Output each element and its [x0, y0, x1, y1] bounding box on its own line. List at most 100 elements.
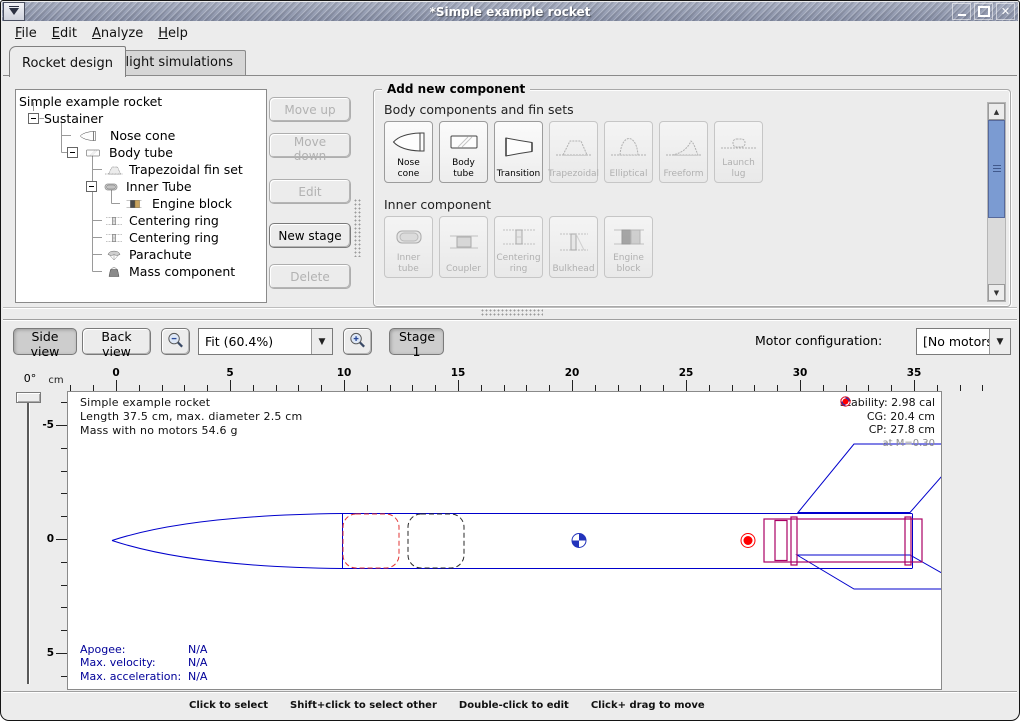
side-view-button[interactable]: Side view: [13, 328, 77, 355]
menu-bar: FileEditAnalyzeHelp: [3, 22, 1017, 45]
nosecone-icon: [389, 125, 429, 158]
scrollbar-up-button[interactable]: ▲: [988, 103, 1005, 120]
add-engineblock-button[interactable]: Engine block: [604, 216, 653, 278]
menu-edit[interactable]: Edit: [46, 24, 86, 44]
close-button[interactable]: ✕: [996, 3, 1015, 20]
back-view-button[interactable]: Back view: [82, 328, 151, 355]
add-launchlug-button[interactable]: Launch lug: [714, 121, 763, 183]
delete-button[interactable]: Delete: [269, 264, 351, 289]
tree-item-body-tube[interactable]: Body tube: [16, 144, 266, 161]
component-scrollbar[interactable]: ▲ ▼: [987, 102, 1006, 302]
scrollbar-thumb[interactable]: [988, 120, 1005, 218]
move-up-button[interactable]: Move up: [269, 97, 351, 122]
tree-item-simple-example-rocket[interactable]: Simple example rocket: [16, 93, 266, 110]
dropdown-arrow-icon[interactable]: ▼: [989, 329, 1010, 354]
add-centeringring-button[interactable]: Centering ring: [494, 216, 543, 278]
menu-file[interactable]: File: [9, 24, 46, 44]
tree-item-trapezoidal-fin-set[interactable]: Trapezoidal fin set: [16, 161, 266, 178]
motor-configuration-combobox[interactable]: [No motors] ▼: [916, 328, 1011, 355]
edit-button[interactable]: Edit: [269, 179, 351, 204]
rotation-slider-track[interactable]: [27, 402, 29, 684]
title-bar[interactable]: *Simple example rocket ✕: [2, 2, 1018, 21]
dropdown-arrow-icon[interactable]: ▼: [311, 329, 332, 354]
tree-item-label: Sustainer: [43, 111, 103, 126]
parachute-icon: [104, 248, 124, 262]
tree-item-label: Trapezoidal fin set: [128, 162, 243, 177]
scrollbar-down-button[interactable]: ▼: [988, 284, 1005, 301]
split-divider-horizontal[interactable]: [481, 309, 543, 316]
ruler-tick: [982, 385, 983, 391]
add-freeform-button[interactable]: Freeform: [659, 121, 708, 183]
rocket-info-text: Simple example rocketLength 37.5 cm, max…: [80, 396, 302, 438]
flight-data-label: Max. velocity:: [80, 656, 188, 670]
parachute-outline: [343, 514, 399, 568]
action-buttons: Move up Move down Edit New stage Delete: [269, 97, 351, 289]
collapse-toggle-icon[interactable]: [28, 113, 39, 124]
ruler-label: 5: [215, 367, 245, 379]
add-elliptical-button[interactable]: Elliptical: [604, 121, 653, 183]
collapse-toggle-icon[interactable]: [86, 181, 97, 192]
new-stage-button[interactable]: New stage: [269, 223, 351, 248]
add-innertube-button[interactable]: Inner tube: [384, 216, 433, 278]
tree-item-sustainer[interactable]: Sustainer: [16, 110, 266, 127]
ruler-tick: [56, 539, 67, 540]
move-down-button[interactable]: Move down: [269, 133, 351, 158]
add-nosecone-button[interactable]: Nose cone: [384, 121, 433, 183]
trapezoidal-icon: [554, 125, 594, 169]
rotation-slider-handle[interactable]: [16, 392, 41, 403]
tab-flight-simulations[interactable]: Flight simulations: [105, 50, 246, 76]
ruler-tick: [56, 653, 67, 654]
tree-item-centering-ring[interactable]: Centering ring: [16, 212, 266, 229]
split-divider-vertical[interactable]: [354, 199, 361, 257]
add-coupler-button[interactable]: Coupler: [439, 216, 488, 278]
group-title: Add new component: [382, 82, 530, 96]
component-button-label: Launch lug: [716, 158, 761, 179]
menu-help[interactable]: Help: [152, 24, 197, 44]
tree-item-label: Engine block: [151, 196, 232, 211]
component-button-label: Coupler: [446, 264, 481, 274]
window-menu-button[interactable]: [3, 2, 25, 21]
add-bodytube-button[interactable]: Body tube: [439, 121, 488, 183]
maximize-button[interactable]: [974, 3, 993, 20]
menu-analyze[interactable]: Analyze: [86, 24, 152, 44]
flight-data: Apogee:N/AMax. velocity:N/AMax. accelera…: [80, 643, 207, 684]
flight-data-label: Apogee:: [80, 643, 188, 657]
zoom-in-button[interactable]: [343, 328, 372, 355]
tab-rocket-design[interactable]: Rocket design: [9, 46, 126, 77]
application-window: *Simple example rocket ✕ FileEditAnalyze…: [0, 0, 1020, 721]
flight-data-label: Max. acceleration:: [80, 670, 188, 684]
component-tree-panel[interactable]: Simple example rocketSustainerNose coneB…: [15, 89, 267, 303]
fin-bottom: [797, 555, 941, 589]
component-group-label: Inner component: [384, 197, 1010, 212]
stage-1-toggle-button[interactable]: Stage 1: [389, 328, 444, 355]
tree-item-parachute[interactable]: Parachute: [16, 246, 266, 263]
component-button-label: Trapezoidal: [548, 169, 599, 179]
view-toolbar: Side view Back view Fit (60.4%) ▼: [3, 320, 1017, 364]
tree-item-engine-block[interactable]: Engine block: [16, 195, 266, 212]
bulkhead-icon: [554, 220, 594, 264]
coupler-icon: [444, 220, 484, 264]
close-icon: ✕: [1001, 6, 1010, 17]
zoom-out-button[interactable]: [161, 328, 190, 355]
magnifier-plus-icon: [348, 331, 367, 350]
tree-item-label: Parachute: [128, 247, 192, 262]
add-trapezoidal-button[interactable]: Trapezoidal: [549, 121, 598, 183]
component-button-row: Inner tube Coupler Centering ring BulkheadE…: [384, 216, 1010, 278]
ruler-label: 0: [34, 533, 54, 545]
vertical-ruler: -505: [45, 391, 67, 690]
add-bulkhead-button[interactable]: Bulkhead: [549, 216, 598, 278]
component-button-label: Centering ring: [496, 253, 541, 274]
tree-item-centering-ring[interactable]: Centering ring: [16, 229, 266, 246]
tree-item-nose-cone[interactable]: Nose cone: [16, 127, 266, 144]
flight-data-row: Apogee:N/A: [80, 643, 207, 657]
minimize-button[interactable]: [952, 3, 971, 20]
engine-block-outline: [775, 521, 787, 561]
tree-item-inner-tube[interactable]: Inner Tube: [16, 178, 266, 195]
add-transition-button[interactable]: Transition: [494, 121, 543, 183]
ruler-tick: [572, 380, 573, 391]
bodytube-icon: [82, 146, 104, 160]
collapse-toggle-icon[interactable]: [67, 147, 78, 158]
tree-item-mass-component[interactable]: Mass component: [16, 263, 266, 280]
zoom-level-combobox[interactable]: Fit (60.4%) ▼: [198, 328, 333, 355]
rocket-canvas[interactable]: Simple example rocketLength 37.5 cm, max…: [67, 391, 942, 690]
